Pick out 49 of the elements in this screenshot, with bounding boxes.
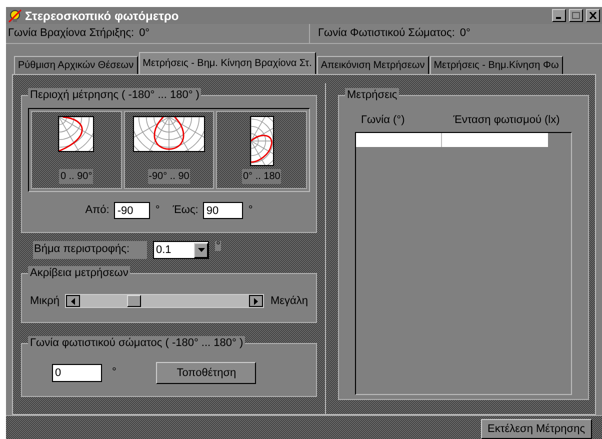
close-button[interactable] (586, 9, 600, 22)
to-label: Έως: (172, 203, 198, 218)
slider-thumb[interactable] (126, 295, 141, 307)
lamp-icon (8, 8, 22, 22)
minimize-button[interactable] (552, 9, 566, 22)
polar-diagram-drawing (250, 116, 274, 166)
unit-label: ° (215, 241, 222, 251)
table-cell[interactable] (356, 133, 442, 147)
group-title: Γωνία φωτιστικού σώματος ( -180° ... 180° ) (28, 336, 246, 350)
maximize-button[interactable] (569, 9, 583, 22)
tab[interactable]: Μετρήσεις - Βημ.Κίνηση Φω (430, 56, 563, 74)
precision-slider[interactable] (65, 294, 264, 308)
tab[interactable]: Ρύθμιση Αρχικών Θέσεων (14, 56, 138, 74)
maximize-icon (572, 12, 580, 19)
range-preset[interactable]: 0 .. 90° (31, 111, 122, 189)
right-arrow-icon (254, 298, 258, 304)
unit-label: ° (112, 365, 116, 380)
tab[interactable]: Μετρήσεις - Βημ. Κίνηση Βραχίονα Στ. (138, 52, 316, 74)
step-dropdown[interactable]: 0.1 (153, 241, 209, 259)
group-title: Ακρίβεια μετρήσεων (28, 266, 130, 280)
group-title: Μετρήσεις (345, 88, 400, 102)
step-label: Βήμα περιστροφής: (33, 241, 147, 259)
status-value: 0° (460, 26, 470, 42)
polar-diagram-drawing (58, 116, 94, 152)
tab[interactable]: Απεικόνιση Μετρήσεων (316, 56, 429, 74)
caret-icon (198, 248, 204, 252)
run-measurement-button[interactable]: Εκτέλεση Μέτρησης (480, 419, 592, 439)
status-label: Γωνία Φωτιστικού Σώματος: (318, 26, 455, 42)
from-label: Από: (85, 203, 110, 218)
polar-diagram-drawing (133, 116, 205, 152)
column-header: Ένταση φωτισμού (lx) (452, 113, 561, 128)
status-value: 0° (139, 26, 150, 42)
status-label: Γωνία Βραχίονα Στήριξης: (8, 26, 134, 42)
to-field[interactable]: 90 (203, 202, 244, 219)
from-field[interactable]: -90 (114, 202, 150, 219)
group-title: Περιοχή μέτρησης ( -180° ... 180° ) (28, 88, 202, 102)
left-arrow-icon (71, 298, 76, 304)
range-preset[interactable]: -90° .. 90 (124, 111, 214, 189)
unit-label: ° (248, 203, 253, 218)
position-button[interactable]: Τοποθέτηση (156, 362, 256, 384)
min-label: Μικρή (30, 294, 60, 309)
unit-label: ° (155, 203, 160, 218)
range-preset[interactable]: 0° .. 180 (216, 111, 308, 189)
lamp-angle-field[interactable]: 0 (52, 364, 102, 382)
window-title: Στερεοσκοπικό φωτόμετρο (25, 8, 180, 24)
table-cell[interactable] (442, 133, 548, 147)
column-header: Γωνία (°) (360, 113, 406, 128)
max-label: Μεγάλη (270, 294, 308, 309)
close-icon (589, 12, 597, 19)
